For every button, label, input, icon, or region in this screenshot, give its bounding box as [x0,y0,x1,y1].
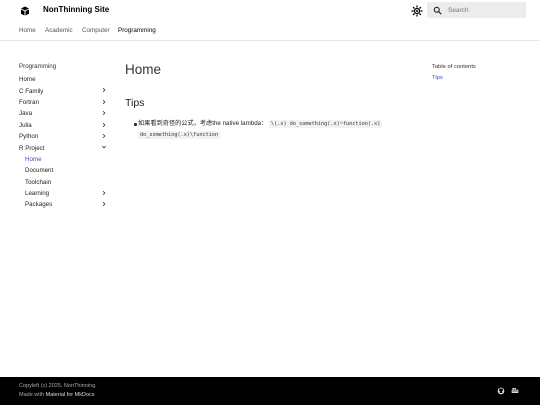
docker-icon[interactable] [511,387,519,395]
sidebar-item-label: R Project [19,144,45,152]
sidebar-item-fortran[interactable]: Fortran [19,97,109,108]
sidebar-item-label: Toolchain [25,178,52,186]
sidebar-item-home[interactable]: Home [25,154,109,165]
sidebar-item-r-project[interactable]: R Project [19,142,109,153]
sidebar-item-java[interactable]: Java [19,108,109,119]
palette-icon[interactable] [411,5,423,17]
chevron-right-icon[interactable] [101,201,107,207]
tab-academic[interactable]: Academic [45,27,73,34]
copyright-text: Copyleft (ɔ) 2025, NonThinning. [19,383,97,389]
sidebar-item-home[interactable]: Home [19,74,109,85]
search-icon [433,6,442,15]
sidebar-item-julia[interactable]: Julia [19,120,109,131]
chevron-right-icon[interactable] [101,190,107,196]
top-tabs: Home Academic Computer Programming [0,22,540,41]
sidebar-item-label: Document [25,167,54,175]
inline-code: do_something(.x)\function [138,130,221,139]
sidebar-item-label: Home [25,155,42,163]
toc-link-tips[interactable]: Tips [432,75,443,81]
toc-title: Table of contents [432,64,476,70]
tab-computer[interactable]: Computer [82,27,110,34]
site-title[interactable]: NonThinning Site [43,5,109,14]
chevron-right-icon[interactable] [101,122,107,128]
sidebar-item-label: Java [19,110,33,118]
github-icon[interactable] [497,387,505,395]
sidebar-item-toolchain[interactable]: Toolchain [25,177,109,188]
tab-home[interactable]: Home [19,27,36,34]
sidebar-item-learning[interactable]: Learning [25,188,109,199]
chevron-right-icon[interactable] [101,99,107,105]
sidebar-item-label: C Family [19,87,44,95]
tab-programming[interactable]: Programming [118,27,156,34]
sidebar-item-document[interactable]: Document [25,165,109,176]
main-content: Home Tips 如果看到奇怪的公式，考虑the native lambda：… [125,62,415,139]
logo-icon[interactable] [19,5,31,17]
bullet-text: 如果看到奇怪的公式，考虑the native lambda： [138,120,268,127]
sidebar-item-label: Learning [25,190,50,198]
footer: Copyleft (ɔ) 2025, NonThinning. Made wit… [0,377,540,405]
search-input[interactable] [448,6,518,14]
chevron-right-icon[interactable] [101,110,107,116]
chevron-right-icon[interactable] [101,133,107,139]
mkdocs-link[interactable]: Material for MkDocs [46,392,95,398]
page-title: Home [125,62,162,77]
sidebar-item-c-family[interactable]: C Family [19,85,109,96]
made-with-prefix: Made with [19,392,45,398]
nav-title: Programming [19,63,57,70]
chevron-down-icon[interactable] [101,144,107,150]
made-with-text: Made with Material for MkDocs [19,392,95,398]
chevron-right-icon[interactable] [101,87,107,93]
search-box[interactable] [427,2,526,18]
sidebar-item-label: Python [19,133,39,141]
sidebar-item-label: Packages [25,201,53,209]
inline-code: \(.x) do_something(.x)~function(.x) [269,120,383,128]
sidebar-item-packages[interactable]: Packages [25,199,109,210]
sidebar-item-label: Home [19,76,36,84]
sidebar-nav: Programming Home C Family Fortran Java Julia… [19,63,109,211]
table-of-contents: Table of contents Tips [432,64,476,81]
sidebar-item-label: Julia [19,121,32,129]
sidebar-item-label: Fortran [19,98,39,106]
section-heading: Tips [125,97,145,109]
sidebar-item-python[interactable]: Python [19,131,109,142]
bullet-dot [134,123,137,126]
header-bar: NonThinning Site [0,0,540,22]
